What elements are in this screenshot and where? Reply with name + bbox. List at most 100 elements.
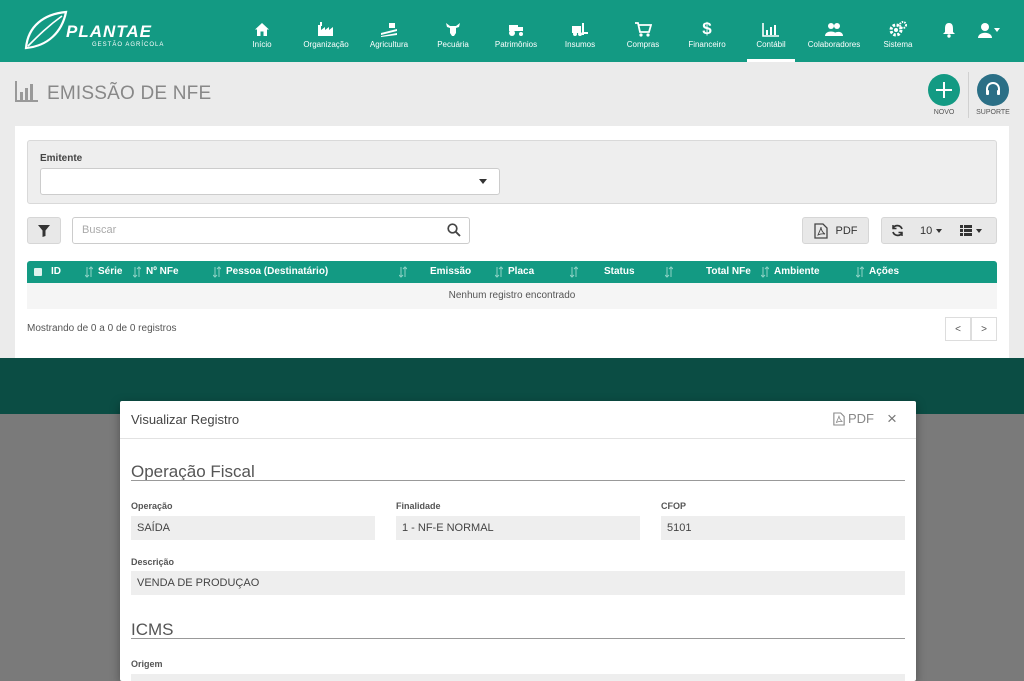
suporte-button[interactable] <box>977 74 1009 106</box>
cart-icon <box>634 19 652 39</box>
leaf-logo-icon <box>24 10 68 50</box>
sort-icon[interactable] <box>85 266 93 278</box>
cow-icon <box>444 19 462 39</box>
page-size-value: 10 <box>920 224 933 237</box>
users-icon <box>825 19 843 39</box>
column-header-n-nfe[interactable]: Nº NFe <box>146 261 179 283</box>
table-controls: 10 <box>881 217 997 244</box>
section-title-operacao-fiscal: Operação Fiscal <box>131 462 255 481</box>
nav-item-contabil[interactable]: Contábil <box>747 0 795 62</box>
operacao-label: Operação <box>131 501 173 511</box>
refresh-icon[interactable] <box>891 224 904 237</box>
sort-icon[interactable] <box>399 266 407 278</box>
nav-item-compras[interactable]: Compras <box>627 0 659 62</box>
column-header-serie[interactable]: Série <box>98 261 122 283</box>
search-icon[interactable] <box>447 223 461 237</box>
nav-item-agricultura[interactable]: Agricultura <box>368 0 410 62</box>
home-icon <box>254 19 270 39</box>
section-divider <box>131 638 905 639</box>
prev-page-button[interactable]: < <box>945 317 971 341</box>
column-header-acoes[interactable]: Ações <box>869 261 899 283</box>
divider <box>968 72 969 118</box>
bell-icon[interactable] <box>942 22 956 43</box>
nav-item-insumos[interactable]: Insumos <box>565 0 595 62</box>
nav-item-pecuaria[interactable]: Pecuária <box>437 0 469 62</box>
novo-button[interactable] <box>928 74 960 106</box>
page-title: EMISSÃO DE NFE <box>47 83 212 104</box>
chevron-down-icon <box>994 28 1000 32</box>
user-menu[interactable] <box>978 22 1000 38</box>
section-title-icms: ICMS <box>131 620 174 639</box>
columns-dropdown[interactable] <box>960 225 983 236</box>
cfop-label: CFOP <box>661 501 687 511</box>
modal-pdf-button[interactable]: PDF <box>833 411 874 426</box>
chart-icon <box>762 19 780 39</box>
nav-item-sistema[interactable]: Sistema <box>884 0 912 62</box>
sort-icon[interactable] <box>856 266 864 278</box>
filter-box: Emitente <box>27 140 997 204</box>
brand-name: PLANTAE <box>66 22 153 41</box>
plantae-logo[interactable]: PLANTAE GESTÃO AGRÍCOLA <box>22 8 172 56</box>
forklift-icon <box>571 19 589 39</box>
pdf-label: PDF <box>835 224 858 237</box>
select-all-checkbox[interactable] <box>34 268 42 276</box>
origem-label: Origem <box>131 659 163 669</box>
sort-icon[interactable] <box>213 266 221 278</box>
nav-item-patrimonios[interactable]: Patrimônios <box>495 0 537 62</box>
empty-table-message: Nenhum registro encontrado <box>27 283 997 309</box>
column-header-id[interactable]: ID <box>51 261 61 283</box>
chevron-down-icon <box>936 228 943 233</box>
sort-icon[interactable] <box>570 266 578 278</box>
column-header-pessoa[interactable]: Pessoa (Destinatário) <box>226 261 328 283</box>
table-header: ID Série Nº NFe Pessoa (Destinatário) Em… <box>27 261 997 283</box>
gears-icon <box>889 19 907 39</box>
sort-icon[interactable] <box>665 266 673 278</box>
column-header-emissao[interactable]: Emissão <box>430 261 471 283</box>
funnel-icon <box>38 224 50 237</box>
novo-label: NOVO <box>933 109 955 116</box>
chart-icon <box>15 80 39 107</box>
close-icon[interactable]: × <box>887 409 897 429</box>
operacao-field: SAÍDA <box>131 516 375 540</box>
column-header-placa[interactable]: Placa <box>508 261 534 283</box>
emitente-select[interactable] <box>40 168 500 195</box>
plus-icon <box>936 82 952 98</box>
nav-item-inicio[interactable]: Início <box>250 0 274 62</box>
column-header-status[interactable]: Status <box>604 261 635 283</box>
search-input[interactable] <box>82 224 422 236</box>
sort-icon[interactable] <box>761 266 769 278</box>
filter-button[interactable] <box>27 217 61 244</box>
column-header-ambiente[interactable]: Ambiente <box>774 261 820 283</box>
descricao-label: Descrição <box>131 557 175 567</box>
headset-icon <box>986 81 1000 95</box>
next-page-button[interactable]: > <box>971 317 997 341</box>
finalidade-label: Finalidade <box>396 501 441 511</box>
sort-icon[interactable] <box>133 266 141 278</box>
brand-tagline: GESTÃO AGRÍCOLA <box>92 42 165 48</box>
pdf-file-icon <box>833 411 845 426</box>
tractor-field-icon <box>380 19 398 39</box>
finalidade-field: 1 - NF-E NORMAL <box>396 516 640 540</box>
pdf-file-icon <box>813 222 828 239</box>
column-header-total-nfe[interactable]: Total NFe <box>706 261 751 283</box>
search-box <box>72 217 470 244</box>
origem-field <box>131 674 905 681</box>
dollar-icon: $ <box>702 19 712 38</box>
page-size-dropdown[interactable]: 10 <box>920 224 943 237</box>
chevron-down-icon <box>976 228 983 233</box>
sort-icon[interactable] <box>495 266 503 278</box>
modal-title: Visualizar Registro <box>131 412 240 427</box>
main-panel: Emitente PDF 10 ID Série Nº NFe <box>15 126 1009 358</box>
nav-item-colaboradores[interactable]: Colaboradores <box>808 0 860 62</box>
top-navbar: PLANTAE GESTÃO AGRÍCOLA Início Organizaç… <box>0 0 1024 62</box>
modal-pdf-label: PDF <box>848 411 874 426</box>
pdf-button[interactable]: PDF <box>802 217 869 244</box>
descricao-field: VENDA DE PRODUÇAO <box>131 571 905 595</box>
nav-item-financeiro[interactable]: $ Financeiro <box>688 0 726 62</box>
list-icon <box>960 225 973 236</box>
modal-header: Visualizar Registro PDF × <box>120 401 916 439</box>
nav-item-organizacao[interactable]: Organização <box>303 0 349 62</box>
records-info: Mostrando de 0 a 0 de 0 registros <box>27 323 177 334</box>
emitente-label: Emitente <box>40 153 83 164</box>
tractor-icon <box>507 19 525 39</box>
